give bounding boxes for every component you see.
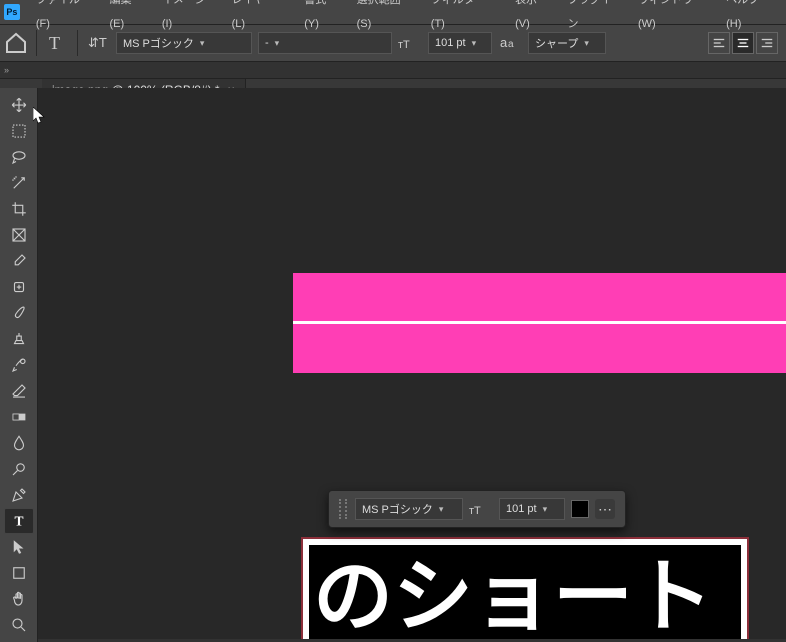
text-tool-icon[interactable]: T <box>45 31 69 55</box>
menu-filter[interactable]: フィルター(T) <box>423 0 507 36</box>
svg-text:T: T <box>14 514 23 529</box>
text-selection-box[interactable]: のショート <box>301 537 749 639</box>
frame-tool[interactable] <box>4 222 34 248</box>
crop-tool[interactable] <box>4 196 34 222</box>
drag-handle-icon[interactable] <box>339 499 347 519</box>
gradient-tool[interactable] <box>4 404 34 430</box>
font-family-value: MS Pゴシック <box>123 35 194 51</box>
svg-text:тT: тT <box>469 505 481 517</box>
align-left-button[interactable] <box>708 32 730 54</box>
text-color-swatch[interactable] <box>571 500 589 518</box>
align-right-button[interactable] <box>756 32 778 54</box>
menu-image[interactable]: イメージ(I) <box>154 0 224 36</box>
pen-tool[interactable] <box>4 482 34 508</box>
toolbox: T <box>0 88 38 642</box>
chevron-down-icon: ▾ <box>472 38 477 49</box>
document-canvas[interactable]: のショート <box>293 273 786 373</box>
float-font-size-icon: тT <box>469 497 493 521</box>
text-orientation-icon[interactable]: ⇵T <box>86 31 110 55</box>
magic-wand-tool[interactable] <box>4 170 34 196</box>
menu-window[interactable]: ウィンドウ(W) <box>630 0 718 36</box>
shape-tool[interactable] <box>4 560 34 586</box>
svg-text:a: a <box>500 35 508 50</box>
svg-text:T: T <box>49 33 60 53</box>
pink-header-shape <box>293 273 786 373</box>
eraser-tool[interactable] <box>4 378 34 404</box>
chevron-down-icon: ▾ <box>200 38 205 49</box>
antialias-icon: aa <box>498 31 522 55</box>
canvas-area[interactable]: のショート <box>38 88 786 639</box>
svg-text:⇵T: ⇵T <box>88 35 107 50</box>
float-font-size-dropdown[interactable]: 101 pt ▾ <box>499 498 565 520</box>
font-size-value: 101 pt <box>435 37 466 49</box>
chevron-down-icon: ▾ <box>584 38 589 49</box>
blur-tool[interactable] <box>4 430 34 456</box>
chevron-down-icon: ▾ <box>275 38 280 49</box>
hand-tool[interactable] <box>4 586 34 612</box>
menubar: Ps ファイル(F) 編集(E) イメージ(I) レイヤー(L) 書式(Y) 選… <box>0 0 786 24</box>
font-style-dropdown[interactable]: - ▾ <box>258 32 392 54</box>
chevron-down-icon: ▾ <box>543 504 548 515</box>
floating-text-options[interactable]: MS Pゴシック ▾ тT 101 pt ▾ ⋯ <box>328 490 626 528</box>
move-tool[interactable] <box>4 92 34 118</box>
align-center-button[interactable] <box>732 32 754 54</box>
clone-stamp-tool[interactable] <box>4 326 34 352</box>
marquee-tool[interactable] <box>4 118 34 144</box>
antialias-dropdown[interactable]: シャープ ▾ <box>528 32 606 54</box>
white-line <box>293 321 786 324</box>
menu-type[interactable]: 書式(Y) <box>296 0 348 36</box>
zoom-tool[interactable] <box>4 612 34 638</box>
app-icon[interactable]: Ps <box>4 4 20 20</box>
eyedropper-tool[interactable] <box>4 248 34 274</box>
menu-help[interactable]: ヘルプ(H) <box>718 0 782 36</box>
brush-tool[interactable] <box>4 300 34 326</box>
divider <box>36 30 37 56</box>
font-size-dropdown[interactable]: 101 pt ▾ <box>428 32 492 54</box>
float-font-family-dropdown[interactable]: MS Pゴシック ▾ <box>355 498 463 520</box>
selected-text[interactable]: のショート <box>309 545 741 639</box>
font-style-value: - <box>265 37 269 49</box>
font-size-icon: тT <box>398 31 422 55</box>
type-tool[interactable]: T <box>4 508 34 534</box>
font-family-dropdown[interactable]: MS Pゴシック ▾ <box>116 32 252 54</box>
text-align-group <box>708 32 778 54</box>
divider <box>77 30 78 56</box>
dodge-tool[interactable] <box>4 456 34 482</box>
antialias-value: シャープ <box>535 35 578 51</box>
path-selection-tool[interactable] <box>4 534 34 560</box>
more-options-icon[interactable]: ⋯ <box>595 499 615 519</box>
lasso-tool[interactable] <box>4 144 34 170</box>
history-brush-tool[interactable] <box>4 352 34 378</box>
menu-plugins[interactable]: プラグイン <box>559 0 630 36</box>
svg-text:a: a <box>508 39 514 50</box>
healing-brush-tool[interactable] <box>4 274 34 300</box>
svg-text:тT: тT <box>398 39 410 51</box>
chevron-down-icon: ▾ <box>439 504 444 515</box>
panel-expand-handle[interactable]: » <box>0 62 786 79</box>
float-font-size-value: 101 pt <box>506 503 537 515</box>
float-font-family-value: MS Pゴシック <box>362 501 433 517</box>
home-icon[interactable] <box>4 31 28 55</box>
menu-layer[interactable]: レイヤー(L) <box>224 0 297 36</box>
